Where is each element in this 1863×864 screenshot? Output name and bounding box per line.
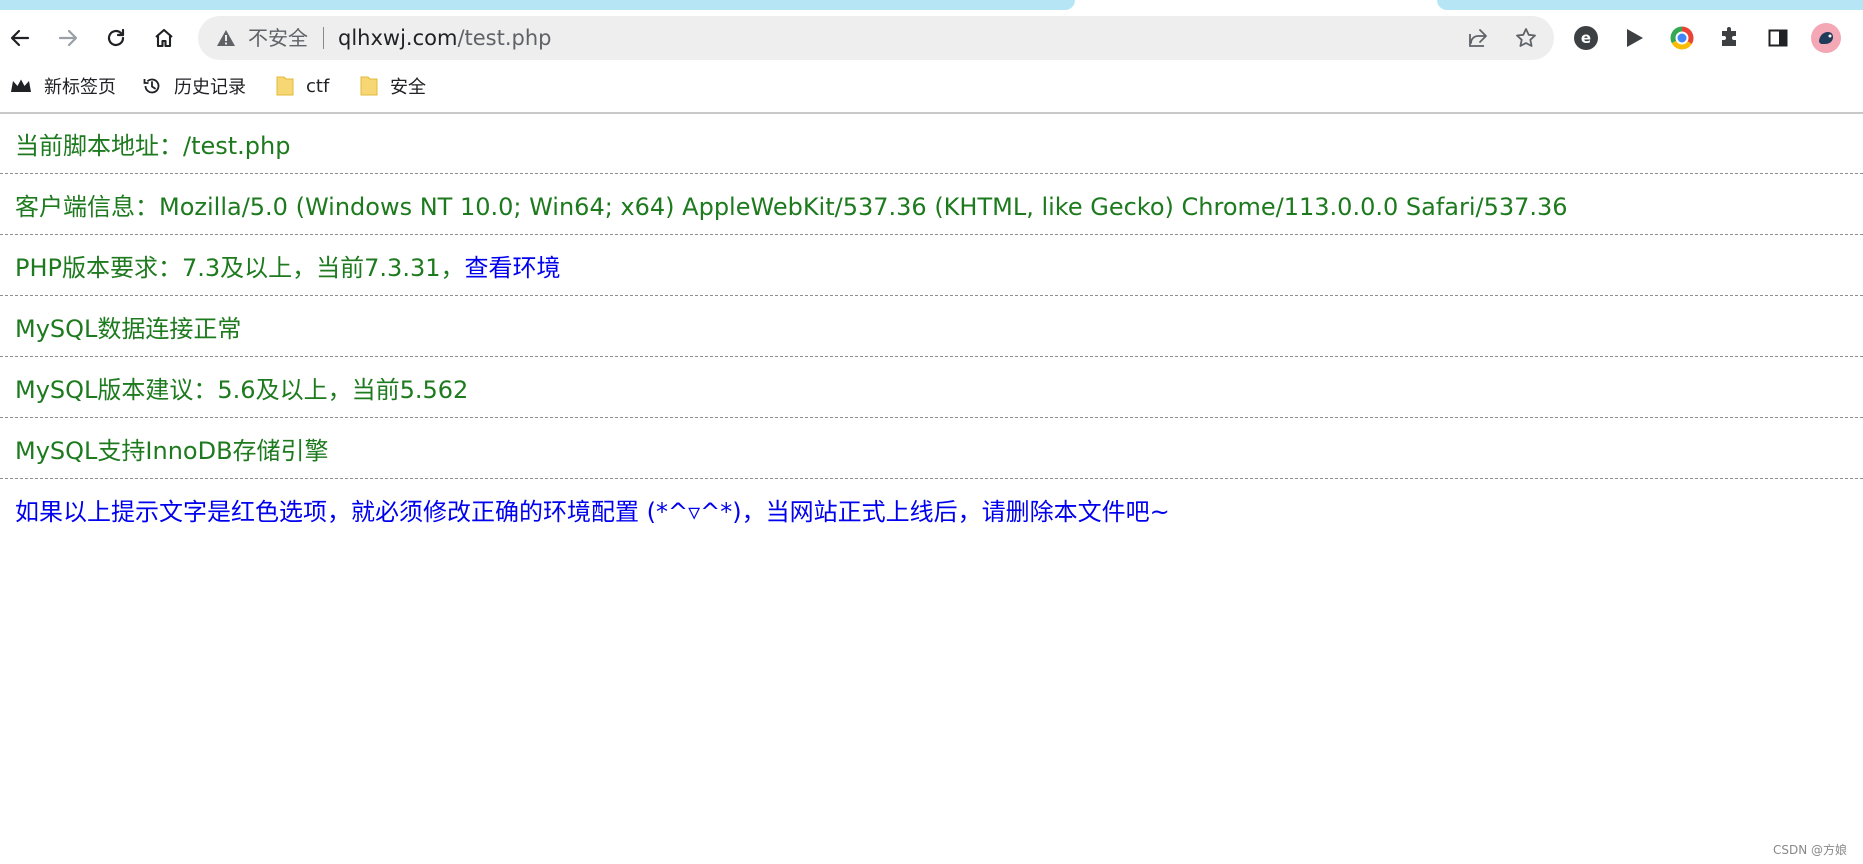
crown-icon [10, 78, 32, 94]
forward-button[interactable] [52, 22, 84, 54]
extensions-button[interactable] [1714, 22, 1746, 54]
row-text: MySQL数据连接正常 [15, 314, 242, 343]
profile-button[interactable] [1810, 22, 1842, 54]
bookmark-star-button[interactable] [1514, 26, 1538, 50]
page-content: 当前脚本地址：/test.php 客户端信息：Mozilla/5.0 (Wind… [0, 113, 1863, 540]
row-text: 当前脚本地址：/test.php [15, 131, 291, 160]
folder-icon [276, 75, 294, 97]
puzzle-icon [1722, 27, 1736, 46]
info-row-script-path: 当前脚本地址：/test.php [0, 113, 1863, 174]
browser-toolbar: 不安全 qlhxwj.com/test.php e [0, 10, 1863, 66]
url-path: /test.php [457, 26, 552, 50]
reload-button[interactable] [100, 22, 132, 54]
bookmark-label: 新标签页 [44, 77, 116, 98]
bookmark-history[interactable]: 历史记录 [142, 66, 246, 106]
home-button[interactable] [148, 22, 180, 54]
row-text: MySQL版本建议：5.6及以上，当前5.562 [15, 375, 469, 404]
bookmark-new-tab[interactable]: 新标签页 [10, 66, 116, 106]
svg-text:e: e [1581, 29, 1591, 47]
row-text: 客户端信息：Mozilla/5.0 (Windows NT 10.0; Win6… [15, 192, 1568, 221]
info-row-mysql-connection: MySQL数据连接正常 [0, 296, 1863, 357]
history-icon [142, 76, 162, 96]
info-row-notice: 如果以上提示文字是红色选项，就必须修改正确的环境配置 (*^▿^*)，当网站正式… [0, 479, 1863, 540]
notice-text: 如果以上提示文字是红色选项，就必须修改正确的环境配置 (*^▿^*)，当网站正式… [15, 498, 1170, 526]
security-label[interactable]: 不安全 [248, 27, 308, 49]
info-row-user-agent: 客户端信息：Mozilla/5.0 (Windows NT 10.0; Win6… [0, 174, 1863, 235]
extension-e-button[interactable]: e [1570, 22, 1602, 54]
watermark: CSDN @方娘 [1772, 843, 1847, 857]
address-bar[interactable]: 不安全 qlhxwj.com/test.php [198, 16, 1554, 60]
tab-inactive-left[interactable] [0, 0, 1075, 10]
share-button[interactable] [1466, 26, 1490, 50]
bookmarks-bar: 新标签页 历史记录 ctf 安全 [0, 66, 1863, 114]
back-button[interactable] [4, 22, 36, 54]
play-icon [1627, 29, 1643, 47]
tab-inactive-right[interactable] [1437, 0, 1863, 10]
info-row-mysql-version: MySQL版本建议：5.6及以上，当前5.562 [0, 357, 1863, 418]
bookmark-label: ctf [306, 75, 330, 97]
tab-strip [0, 0, 1863, 10]
avatar [1811, 23, 1841, 53]
e-extension-icon: e [1574, 26, 1598, 50]
extension-play-button[interactable] [1618, 22, 1650, 54]
info-row-php-version: PHP版本要求：7.3及以上，当前7.3.31， 查看环境 [0, 235, 1863, 296]
folder-icon [360, 75, 378, 97]
star-icon [1516, 28, 1536, 47]
home-icon [155, 28, 173, 48]
info-row-innodb: MySQL支持InnoDB存储引擎 [0, 418, 1863, 479]
bookmark-folder-ctf[interactable]: ctf [276, 66, 329, 106]
side-panel-button[interactable] [1762, 22, 1794, 54]
warning-icon[interactable] [216, 28, 236, 48]
bookmark-label: 安全 [390, 77, 426, 98]
bookmark-label: 历史记录 [174, 77, 246, 98]
side-panel-icon [1768, 29, 1788, 47]
share-icon [1469, 29, 1487, 47]
url-host: qlhxwj.com [338, 26, 458, 50]
bookmark-folder-security[interactable]: 安全 [360, 66, 426, 106]
color-ring-icon [1670, 26, 1694, 50]
arrow-left-icon [10, 29, 30, 47]
row-text: MySQL支持InnoDB存储引擎 [15, 436, 329, 465]
arrow-right-icon [58, 29, 78, 47]
extension-ring-button[interactable] [1666, 22, 1698, 54]
url-text[interactable]: qlhxwj.com/test.php [338, 27, 552, 49]
view-environment-link[interactable]: 查看环境 [465, 248, 561, 283]
reload-icon [107, 28, 125, 47]
omnibox-separator [323, 27, 324, 49]
row-text: PHP版本要求：7.3及以上，当前7.3.31， [15, 253, 465, 282]
